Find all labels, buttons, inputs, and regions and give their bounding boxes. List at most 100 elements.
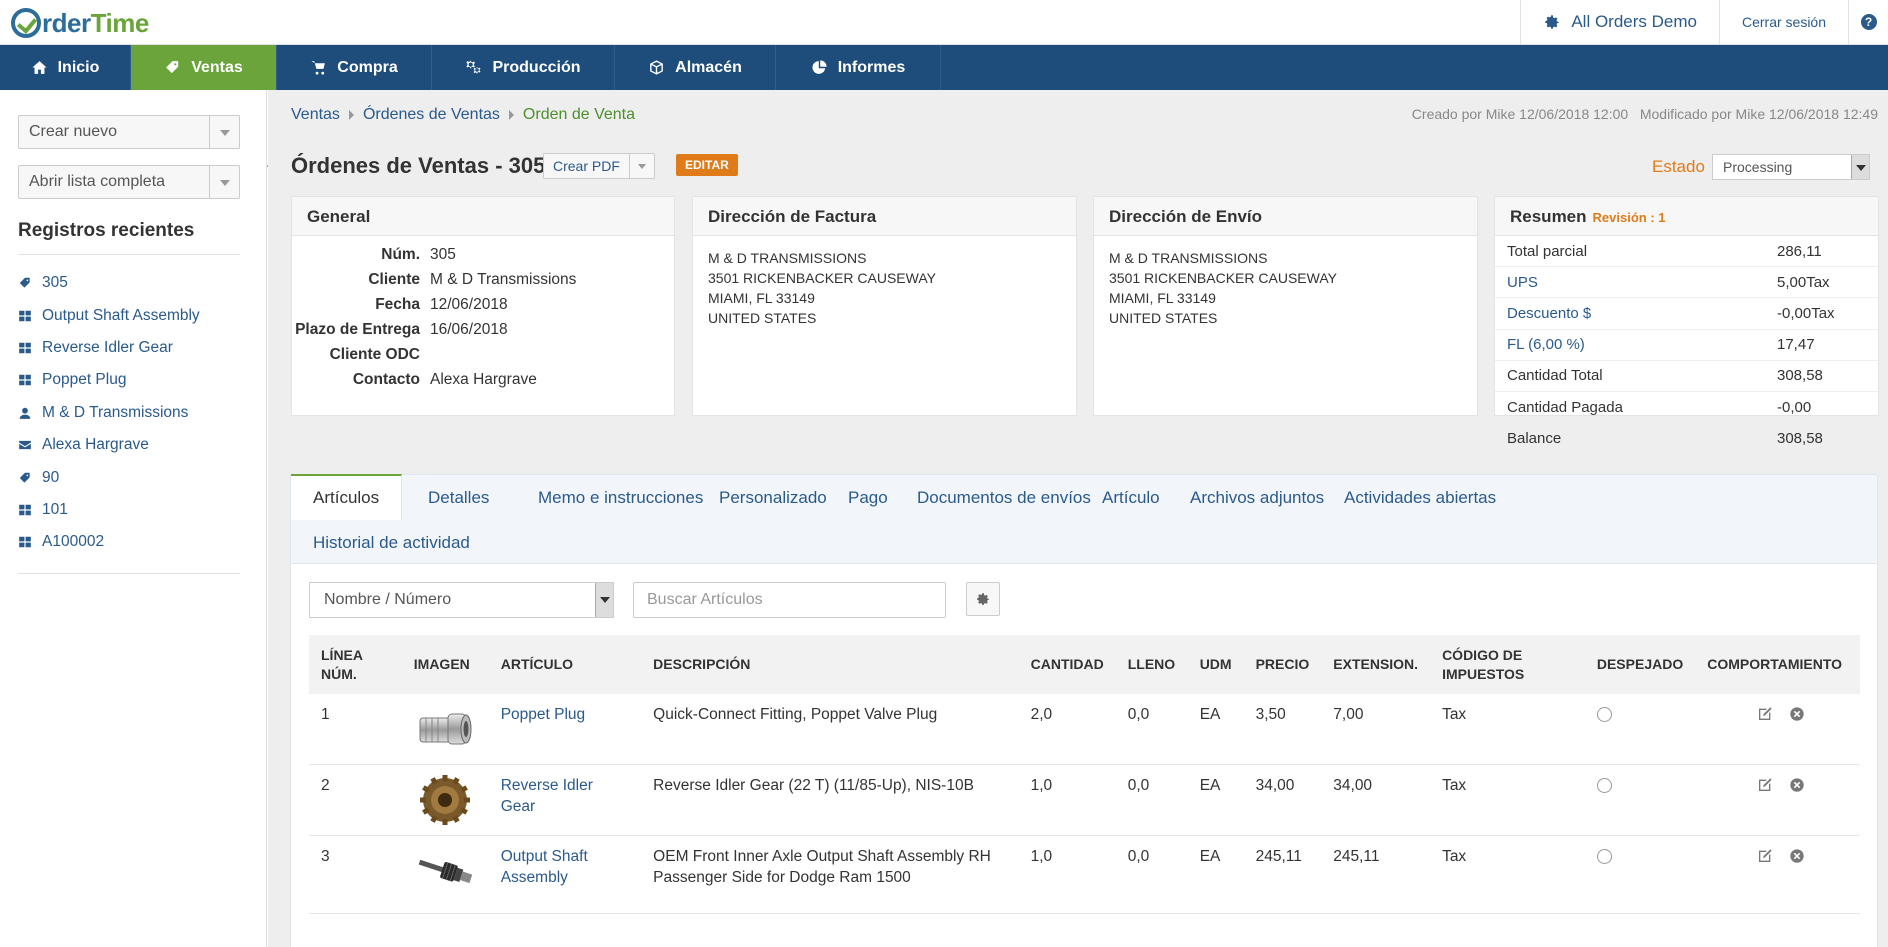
contact-link[interactable]: Alexa Hargrave	[430, 371, 537, 396]
edit-icon[interactable]	[1757, 706, 1773, 722]
actions-cell	[1695, 694, 1860, 765]
recent-item[interactable]: Alexa Hargrave	[18, 429, 240, 461]
field-row: Contacto Alexa Hargrave	[292, 371, 674, 396]
column-header[interactable]: CANTIDAD	[1018, 635, 1116, 694]
chevron-down-icon[interactable]	[630, 154, 654, 178]
column-header[interactable]: UDM	[1187, 635, 1244, 694]
shipping-method-link[interactable]: UPS	[1507, 274, 1777, 291]
tab-memo[interactable]: Memo e instrucciones	[516, 475, 725, 520]
cleared-radio[interactable]	[1596, 707, 1612, 722]
tax-rate-link[interactable]: FL (6,00 %)	[1507, 336, 1777, 353]
grid-icon	[19, 504, 31, 516]
poppet-plug-image[interactable]	[414, 704, 476, 754]
summary-value: -0,00Tax	[1777, 304, 1835, 322]
company-menu[interactable]: All Orders Demo	[1520, 0, 1719, 44]
user-icon	[19, 407, 31, 419]
column-header[interactable]: PRECIO	[1243, 635, 1322, 694]
nav-compra[interactable]: Compra	[277, 45, 432, 90]
column-header[interactable]: DESCRIPCIÓN	[641, 635, 1019, 694]
item-link[interactable]: Reverse Idler Gear	[501, 777, 593, 815]
column-header[interactable]: ARTÍCULO	[488, 635, 642, 694]
column-header[interactable]: DESPEJADO	[1584, 635, 1696, 694]
recent-item[interactable]: 90	[18, 461, 240, 493]
breadcrumb-ventas[interactable]: Ventas	[291, 106, 340, 124]
grid-icon	[19, 342, 31, 354]
delete-icon[interactable]	[1789, 848, 1805, 864]
item-price: 34,00	[1243, 764, 1322, 836]
summary-label: Total parcial	[1507, 242, 1588, 260]
customer-link[interactable]: M & D Transmissions	[430, 271, 576, 296]
panel-title: Dirección de Factura	[693, 197, 1076, 236]
tab-actividades-abiertas[interactable]: Actividades abiertas	[1322, 475, 1518, 520]
recent-item[interactable]: 101	[18, 494, 240, 526]
field-label: Cliente	[368, 271, 420, 288]
tab-archivos-adjuntos[interactable]: Archivos adjuntos	[1168, 475, 1346, 520]
revision-badge[interactable]: Revisión : 1	[1593, 210, 1666, 225]
item-link[interactable]: Poppet Plug	[501, 706, 585, 723]
discount-link[interactable]: Descuento $	[1507, 305, 1777, 322]
breadcrumb-current: Orden de Venta	[522, 106, 636, 123]
line-number: 3	[309, 835, 402, 914]
item-filled: 0,0	[1115, 764, 1188, 836]
address-line: UNITED STATES	[708, 310, 817, 326]
cleared-radio[interactable]	[1596, 849, 1612, 864]
nav-informes[interactable]: Informes	[776, 45, 941, 90]
recent-item[interactable]: Poppet Plug	[18, 364, 240, 396]
item-tax-code: Tax	[1430, 764, 1585, 836]
column-header[interactable]: LLENO	[1115, 635, 1188, 694]
recent-item[interactable]: M & D Transmissions	[18, 397, 240, 429]
recent-item[interactable]: 305	[18, 267, 240, 299]
tab-detalles[interactable]: Detalles	[406, 475, 511, 520]
column-header[interactable]: CÓDIGO DE IMPUESTOS	[1430, 635, 1585, 694]
shaft-image[interactable]	[414, 846, 476, 896]
items-panel: Nombre / Número LÍNEA NÚM. IMAGEN ARTÍCU…	[290, 564, 1878, 947]
logout-link[interactable]: Cerrar sesión	[1718, 0, 1848, 44]
item-link[interactable]: Output Shaft Assembly	[501, 848, 588, 886]
search-items-input[interactable]	[633, 582, 946, 618]
cleared-radio[interactable]	[1596, 778, 1612, 793]
item-link-cell: Poppet Plug	[488, 694, 642, 765]
nav-label: Inicio	[57, 58, 100, 76]
recent-item[interactable]: Reverse Idler Gear	[18, 332, 240, 364]
nav-almacen[interactable]: Almacén	[615, 45, 776, 90]
items-table: LÍNEA NÚM. IMAGEN ARTÍCULO DESCRIPCIÓN C…	[309, 635, 1860, 914]
ordertime-logo[interactable]: rder Time	[11, 6, 149, 40]
delete-icon[interactable]	[1789, 777, 1805, 793]
summary-value: 5,00Tax	[1777, 273, 1830, 291]
recent-item-label: 90	[42, 468, 60, 486]
item-uom: EA	[1187, 694, 1244, 765]
edit-icon[interactable]	[1757, 848, 1773, 864]
breadcrumb-ordenes[interactable]: Órdenes de Ventas	[363, 106, 500, 124]
table-row: 1 Poppet Plug Quick-Connect Fitting, Pop…	[309, 694, 1860, 765]
recent-item[interactable]: Output Shaft Assembly	[18, 299, 240, 331]
edit-icon[interactable]	[1757, 777, 1773, 793]
actions-cell	[1695, 835, 1860, 914]
gear-image[interactable]	[414, 775, 476, 825]
open-list-dropdown[interactable]: Abrir lista completa	[18, 165, 240, 199]
box-icon	[650, 60, 664, 75]
field-row: Cliente M & D Transmissions	[292, 271, 674, 296]
nav-ventas[interactable]: Ventas	[131, 45, 277, 90]
status-select[interactable]: Processing	[1712, 154, 1870, 180]
column-header: COMPORTAMIENTO	[1695, 635, 1860, 694]
item-extension: 34,00	[1321, 764, 1431, 836]
help-button[interactable]: ?	[1848, 0, 1888, 44]
create-pdf-button[interactable]: Crear PDF	[543, 153, 655, 179]
create-new-dropdown[interactable]: Crear nuevo	[18, 115, 240, 149]
tab-articulo[interactable]: Artículo	[1080, 475, 1182, 520]
summary-row: Cantidad Total 308,58	[1495, 361, 1878, 392]
edit-button[interactable]: EDITAR	[676, 154, 738, 176]
recent-item[interactable]: A100002	[18, 526, 240, 558]
item-price: 3,50	[1243, 694, 1322, 765]
column-header[interactable]: EXTENSION.	[1321, 635, 1431, 694]
summary-label: Balance	[1507, 430, 1562, 448]
address-line: 3501 RICKENBACKER CAUSEWAY	[708, 270, 936, 286]
nav-inicio[interactable]: Inicio	[0, 45, 131, 90]
search-field-select[interactable]: Nombre / Número	[309, 582, 614, 618]
column-settings-button[interactable]	[966, 582, 1000, 616]
tab-historial[interactable]: Historial de actividad	[291, 520, 492, 565]
column-header[interactable]: LÍNEA NÚM.	[309, 635, 402, 694]
delete-icon[interactable]	[1789, 706, 1805, 722]
tab-articulos[interactable]: Artículos	[291, 474, 403, 520]
nav-produccion[interactable]: Producción	[432, 45, 615, 90]
